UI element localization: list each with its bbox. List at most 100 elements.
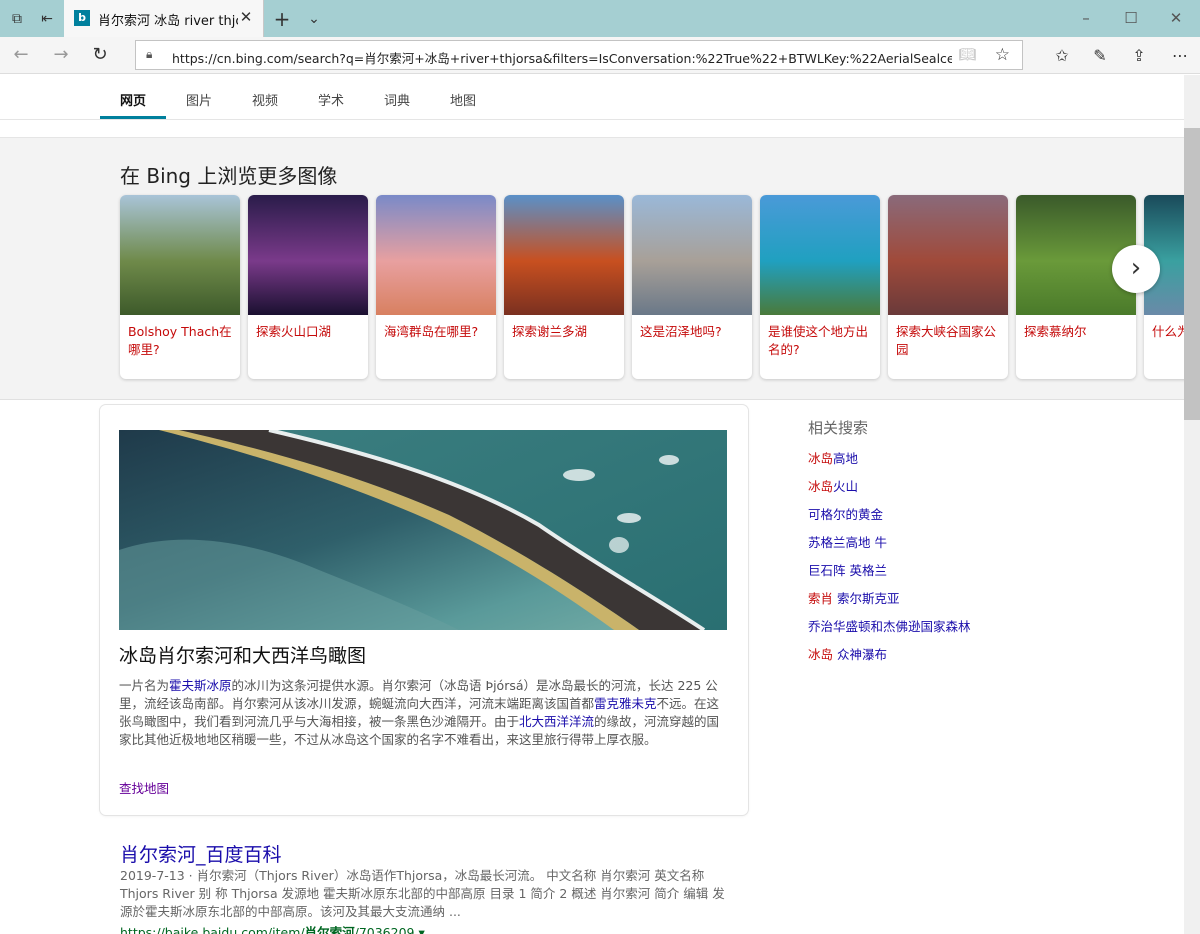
- image-card-thumbnail: [504, 195, 624, 315]
- tab-videos[interactable]: 视频: [252, 90, 278, 109]
- related-search-link[interactable]: 巨石阵 英格兰: [808, 560, 887, 579]
- related-search-link[interactable]: 冰岛 众神瀑布: [808, 644, 887, 663]
- featured-title: 冰岛肖尔索河和大西洋鸟瞰图: [119, 645, 367, 667]
- related-search-link[interactable]: 可格尔的黄金: [808, 504, 883, 523]
- forward-arrow-icon[interactable]: →: [49, 45, 73, 67]
- address-toolbar: ← → ↻ 🔒︎ https://cn.bing.com/search?q=肖尔…: [0, 37, 1200, 74]
- related-search-link[interactable]: 索肖 索尔斯克亚: [808, 588, 900, 607]
- image-card-caption: 探索火山口湖: [256, 324, 332, 339]
- featured-image-card: 冰岛肖尔索河和大西洋鸟瞰图 一片名为霍夫斯冰原的冰川为这条河提供水源。肖尔索河（…: [100, 405, 748, 815]
- carousel-next-chevron-icon[interactable]: ›: [1112, 245, 1160, 293]
- related-search-highlight: 冰岛: [808, 479, 834, 494]
- address-bar[interactable]: 🔒︎ https://cn.bing.com/search?q=肖尔索河+冰岛+…: [135, 40, 1023, 70]
- url-part-bold: 肖尔索河: [304, 925, 355, 934]
- related-search-text: 高地: [833, 451, 859, 466]
- link-reykjavik[interactable]: 雷克雅未克: [594, 696, 657, 711]
- share-icon[interactable]: ⇪: [1127, 45, 1151, 67]
- link-hofsjokull[interactable]: 霍夫斯冰原: [169, 678, 232, 693]
- image-card[interactable]: 探索慕纳尔: [1016, 195, 1136, 379]
- related-search-text: 可格尔的黄金: [808, 507, 884, 522]
- related-search-highlight: 冰岛: [808, 647, 834, 662]
- tab-dictionary[interactable]: 词典: [384, 90, 410, 109]
- carousel-title: 在 Bing 上浏览更多图像: [120, 164, 338, 188]
- image-card-caption: 什么为在这里: [1152, 324, 1184, 339]
- active-tab-underline: [100, 116, 166, 119]
- related-search-highlight: 冰岛: [808, 451, 834, 466]
- related-searches-title: 相关搜索: [808, 419, 869, 437]
- tab-preview-chevron-icon[interactable]: ⌄: [304, 9, 324, 29]
- related-search-link[interactable]: 冰岛高地: [808, 448, 858, 467]
- browser-tab-bar: ⧉ ⇤ b 肖尔索河 冰岛 river thjc ✕ + ⌄ – ☐ ✕: [0, 0, 1200, 37]
- find-map-link[interactable]: 查找地图: [119, 778, 169, 797]
- image-carousel: 在 Bing 上浏览更多图像 Bolshoy Thach在哪里? 探索火山口湖 海湾…: [0, 138, 1184, 400]
- tab-switcher-icon[interactable]: ⧉: [7, 9, 27, 29]
- featured-description: 一片名为霍夫斯冰原的冰川为这条河提供水源。肖尔索河（冰岛语 Þjórsá）是冰岛…: [119, 677, 729, 749]
- result-snippet: 2019-7-13 · 肖尔索河（Thjors River）冰岛语作Thjors…: [120, 868, 725, 919]
- more-menu-icon[interactable]: ⋯: [1168, 45, 1192, 67]
- result-url[interactable]: https://baike.baidu.com/item/肖尔索河/703620…: [120, 922, 425, 934]
- image-card-thumbnail: [376, 195, 496, 315]
- tab-title: 肖尔索河 冰岛 river thjc: [98, 14, 238, 29]
- related-search-link[interactable]: 乔治华盛顿和杰佛逊国家森林: [808, 616, 971, 635]
- image-card-caption: 探索大峡谷国家公园: [896, 324, 997, 357]
- related-search-text: 索尔斯克亚: [833, 591, 900, 606]
- minimize-icon[interactable]: –: [1072, 6, 1100, 30]
- related-search-highlight: 索肖: [808, 591, 834, 606]
- related-search-link[interactable]: 冰岛火山: [808, 476, 858, 495]
- tab-images[interactable]: 图片: [186, 90, 212, 109]
- image-card[interactable]: 探索火山口湖: [248, 195, 368, 379]
- related-search-text: 巨石阵 英格兰: [808, 563, 887, 578]
- url-part: https://baike.baidu.com/item/: [120, 925, 305, 934]
- image-card-caption: 这是沼泽地吗?: [640, 324, 722, 339]
- refresh-icon[interactable]: ↻: [88, 45, 112, 67]
- image-card-thumbnail: [888, 195, 1008, 315]
- result-title-link[interactable]: 肖尔索河_百度百科: [120, 840, 282, 867]
- favorites-hub-icon[interactable]: ✩: [1050, 45, 1074, 67]
- url-text[interactable]: https://cn.bing.com/search?q=肖尔索河+冰岛+riv…: [172, 48, 952, 67]
- aerial-river-image[interactable]: [119, 430, 727, 630]
- reading-view-icon[interactable]: 📖︎: [958, 47, 976, 63]
- result-snippet-text: 肖尔索河（Thjors River）冰岛语作Thjorsa，冰岛最长河流。 中文…: [120, 868, 725, 919]
- image-card-thumbnail: [120, 195, 240, 315]
- window-close-icon[interactable]: ✕: [1162, 6, 1190, 30]
- related-search-text: 乔治华盛顿和杰佛逊国家森林: [808, 619, 971, 634]
- image-card-thumbnail: [632, 195, 752, 315]
- image-card[interactable]: 探索大峡谷国家公园: [888, 195, 1008, 379]
- image-card-thumbnail: [248, 195, 368, 315]
- image-card[interactable]: Bolshoy Thach在哪里?: [120, 195, 240, 379]
- image-card[interactable]: 是谁使这个地方出名的?: [760, 195, 880, 379]
- image-card-caption: Bolshoy Thach在哪里?: [128, 324, 232, 357]
- image-card-thumbnail: [760, 195, 880, 315]
- image-card[interactable]: 海湾群岛在哪里?: [376, 195, 496, 379]
- tab-web[interactable]: 网页: [120, 90, 146, 109]
- lock-icon: 🔒︎: [146, 47, 153, 61]
- image-card[interactable]: 探索谢兰多湖: [504, 195, 624, 379]
- image-card[interactable]: 这是沼泽地吗?: [632, 195, 752, 379]
- url-part: /7036209: [354, 925, 415, 934]
- set-aside-tabs-icon[interactable]: ⇤: [37, 9, 57, 29]
- link-north-atlantic-current[interactable]: 北大西洋洋流: [519, 714, 594, 729]
- web-note-pen-icon[interactable]: ✎: [1088, 45, 1112, 67]
- search-vertical-nav: 网页 图片 视频 学术 词典 地图: [0, 75, 1184, 120]
- result-date: 2019-7-13: [120, 868, 185, 883]
- browser-tab[interactable]: b 肖尔索河 冰岛 river thjc ✕: [64, 0, 264, 37]
- tab-maps[interactable]: 地图: [450, 90, 476, 109]
- url-caret-icon[interactable]: ▾: [418, 925, 424, 934]
- favorite-star-icon[interactable]: ☆: [995, 45, 1010, 65]
- maximize-icon[interactable]: ☐: [1117, 6, 1145, 30]
- image-card-caption: 海湾群岛在哪里?: [384, 324, 479, 339]
- image-card-caption: 探索谢兰多湖: [512, 324, 588, 339]
- tab-academic[interactable]: 学术: [318, 90, 344, 109]
- related-search-link[interactable]: 苏格兰高地 牛: [808, 532, 887, 551]
- tab-close-icon[interactable]: ✕: [237, 8, 255, 26]
- related-search-text: 众神瀑布: [833, 647, 887, 662]
- desc-text: 一片名为: [119, 678, 170, 693]
- image-card-caption: 探索慕纳尔: [1024, 324, 1087, 339]
- image-card-caption: 是谁使这个地方出名的?: [768, 324, 869, 357]
- related-search-text: 苏格兰高地 牛: [808, 535, 887, 550]
- scrollbar-thumb[interactable]: [1184, 128, 1200, 420]
- bing-favicon-icon: b: [74, 10, 90, 26]
- back-arrow-icon[interactable]: ←: [9, 45, 33, 67]
- new-tab-button[interactable]: +: [272, 9, 292, 29]
- related-search-text: 火山: [833, 479, 859, 494]
